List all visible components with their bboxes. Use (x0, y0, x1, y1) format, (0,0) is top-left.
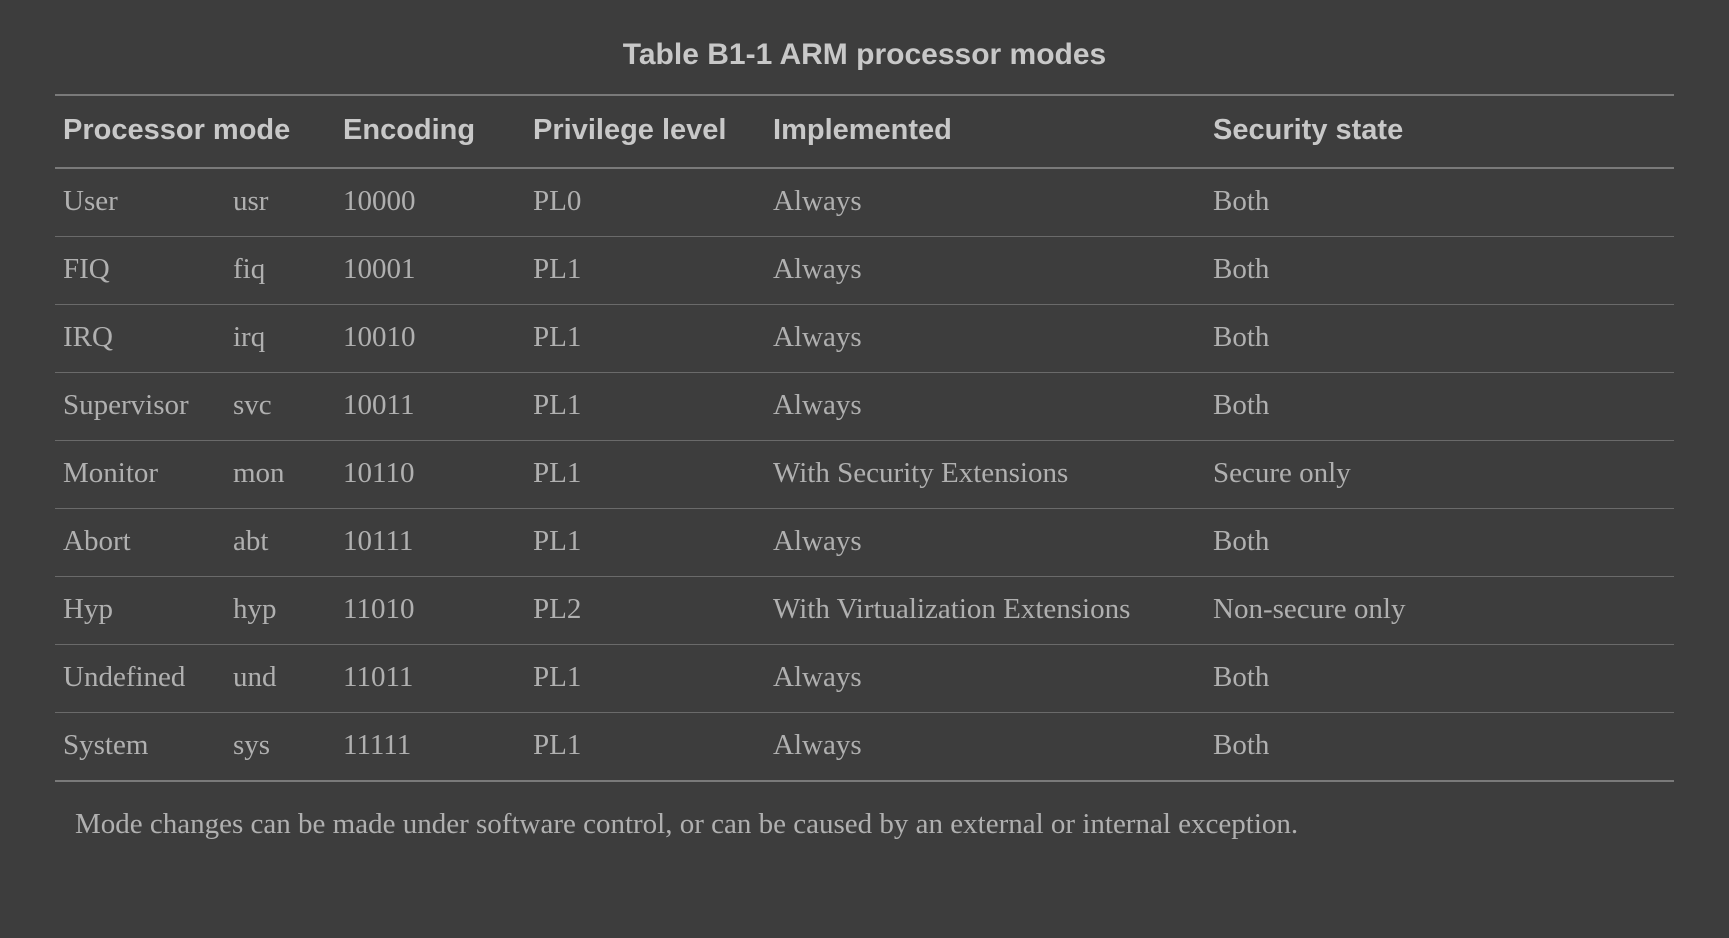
table-body: Userusr10000PL0AlwaysBothFIQfiq10001PL1A… (55, 168, 1674, 781)
table-row: IRQirq10010PL1AlwaysBoth (55, 305, 1674, 373)
cell-implemented: Always (765, 713, 1205, 782)
cell-security: Both (1205, 713, 1674, 782)
cell-implemented: With Virtualization Extensions (765, 577, 1205, 645)
cell-privilege: PL0 (525, 168, 765, 237)
table-row: FIQfiq10001PL1AlwaysBoth (55, 237, 1674, 305)
cell-mode-abbr: und (225, 645, 335, 713)
cell-mode-name: FIQ (55, 237, 225, 305)
cell-mode-name: Undefined (55, 645, 225, 713)
cell-mode-abbr: usr (225, 168, 335, 237)
table-row: Hyphyp11010PL2With Virtualization Extens… (55, 577, 1674, 645)
col-header-implemented: Implemented (765, 95, 1205, 168)
cell-security: Secure only (1205, 441, 1674, 509)
cell-privilege: PL2 (525, 577, 765, 645)
table-row: Userusr10000PL0AlwaysBoth (55, 168, 1674, 237)
table-header-row: Processor mode Encoding Privilege level … (55, 95, 1674, 168)
cell-mode-abbr: hyp (225, 577, 335, 645)
cell-mode-name: Abort (55, 509, 225, 577)
cell-mode-name: IRQ (55, 305, 225, 373)
cell-mode-name: System (55, 713, 225, 782)
cell-mode-abbr: fiq (225, 237, 335, 305)
cell-mode-name: User (55, 168, 225, 237)
cell-privilege: PL1 (525, 237, 765, 305)
processor-modes-table: Processor mode Encoding Privilege level … (55, 94, 1674, 782)
cell-mode-name: Hyp (55, 577, 225, 645)
cell-encoding: 10001 (335, 237, 525, 305)
cell-implemented: Always (765, 168, 1205, 237)
table-caption: Table B1-1 ARM processor modes (55, 30, 1674, 94)
cell-mode-abbr: svc (225, 373, 335, 441)
cell-privilege: PL1 (525, 713, 765, 782)
cell-implemented: With Security Extensions (765, 441, 1205, 509)
cell-encoding: 10111 (335, 509, 525, 577)
table-row: Abortabt10111PL1AlwaysBoth (55, 509, 1674, 577)
cell-privilege: PL1 (525, 645, 765, 713)
col-header-privilege: Privilege level (525, 95, 765, 168)
cell-privilege: PL1 (525, 509, 765, 577)
table-row: Supervisorsvc10011PL1AlwaysBoth (55, 373, 1674, 441)
page-container: Table B1-1 ARM processor modes Processor… (0, 0, 1729, 841)
cell-encoding: 10000 (335, 168, 525, 237)
cell-mode-abbr: mon (225, 441, 335, 509)
table-row: Undefinedund11011PL1AlwaysBoth (55, 645, 1674, 713)
cell-security: Both (1205, 645, 1674, 713)
cell-implemented: Always (765, 373, 1205, 441)
table-row: Monitormon10110PL1With Security Extensio… (55, 441, 1674, 509)
cell-encoding: 11111 (335, 713, 525, 782)
cell-encoding: 11010 (335, 577, 525, 645)
cell-privilege: PL1 (525, 441, 765, 509)
cell-security: Both (1205, 509, 1674, 577)
cell-mode-abbr: abt (225, 509, 335, 577)
cell-encoding: 10110 (335, 441, 525, 509)
col-header-mode: Processor mode (55, 95, 335, 168)
cell-implemented: Always (765, 237, 1205, 305)
cell-security: Both (1205, 168, 1674, 237)
cell-implemented: Always (765, 305, 1205, 373)
cell-encoding: 10011 (335, 373, 525, 441)
col-header-encoding: Encoding (335, 95, 525, 168)
cell-implemented: Always (765, 645, 1205, 713)
cell-encoding: 10010 (335, 305, 525, 373)
cell-privilege: PL1 (525, 305, 765, 373)
footnote: Mode changes can be made under software … (55, 782, 1674, 841)
cell-security: Both (1205, 237, 1674, 305)
cell-implemented: Always (765, 509, 1205, 577)
cell-security: Non-secure only (1205, 577, 1674, 645)
cell-mode-abbr: irq (225, 305, 335, 373)
cell-mode-name: Supervisor (55, 373, 225, 441)
cell-mode-name: Monitor (55, 441, 225, 509)
cell-security: Both (1205, 305, 1674, 373)
cell-encoding: 11011 (335, 645, 525, 713)
table-row: Systemsys11111PL1AlwaysBoth (55, 713, 1674, 782)
cell-privilege: PL1 (525, 373, 765, 441)
cell-mode-abbr: sys (225, 713, 335, 782)
col-header-security: Security state (1205, 95, 1674, 168)
cell-security: Both (1205, 373, 1674, 441)
